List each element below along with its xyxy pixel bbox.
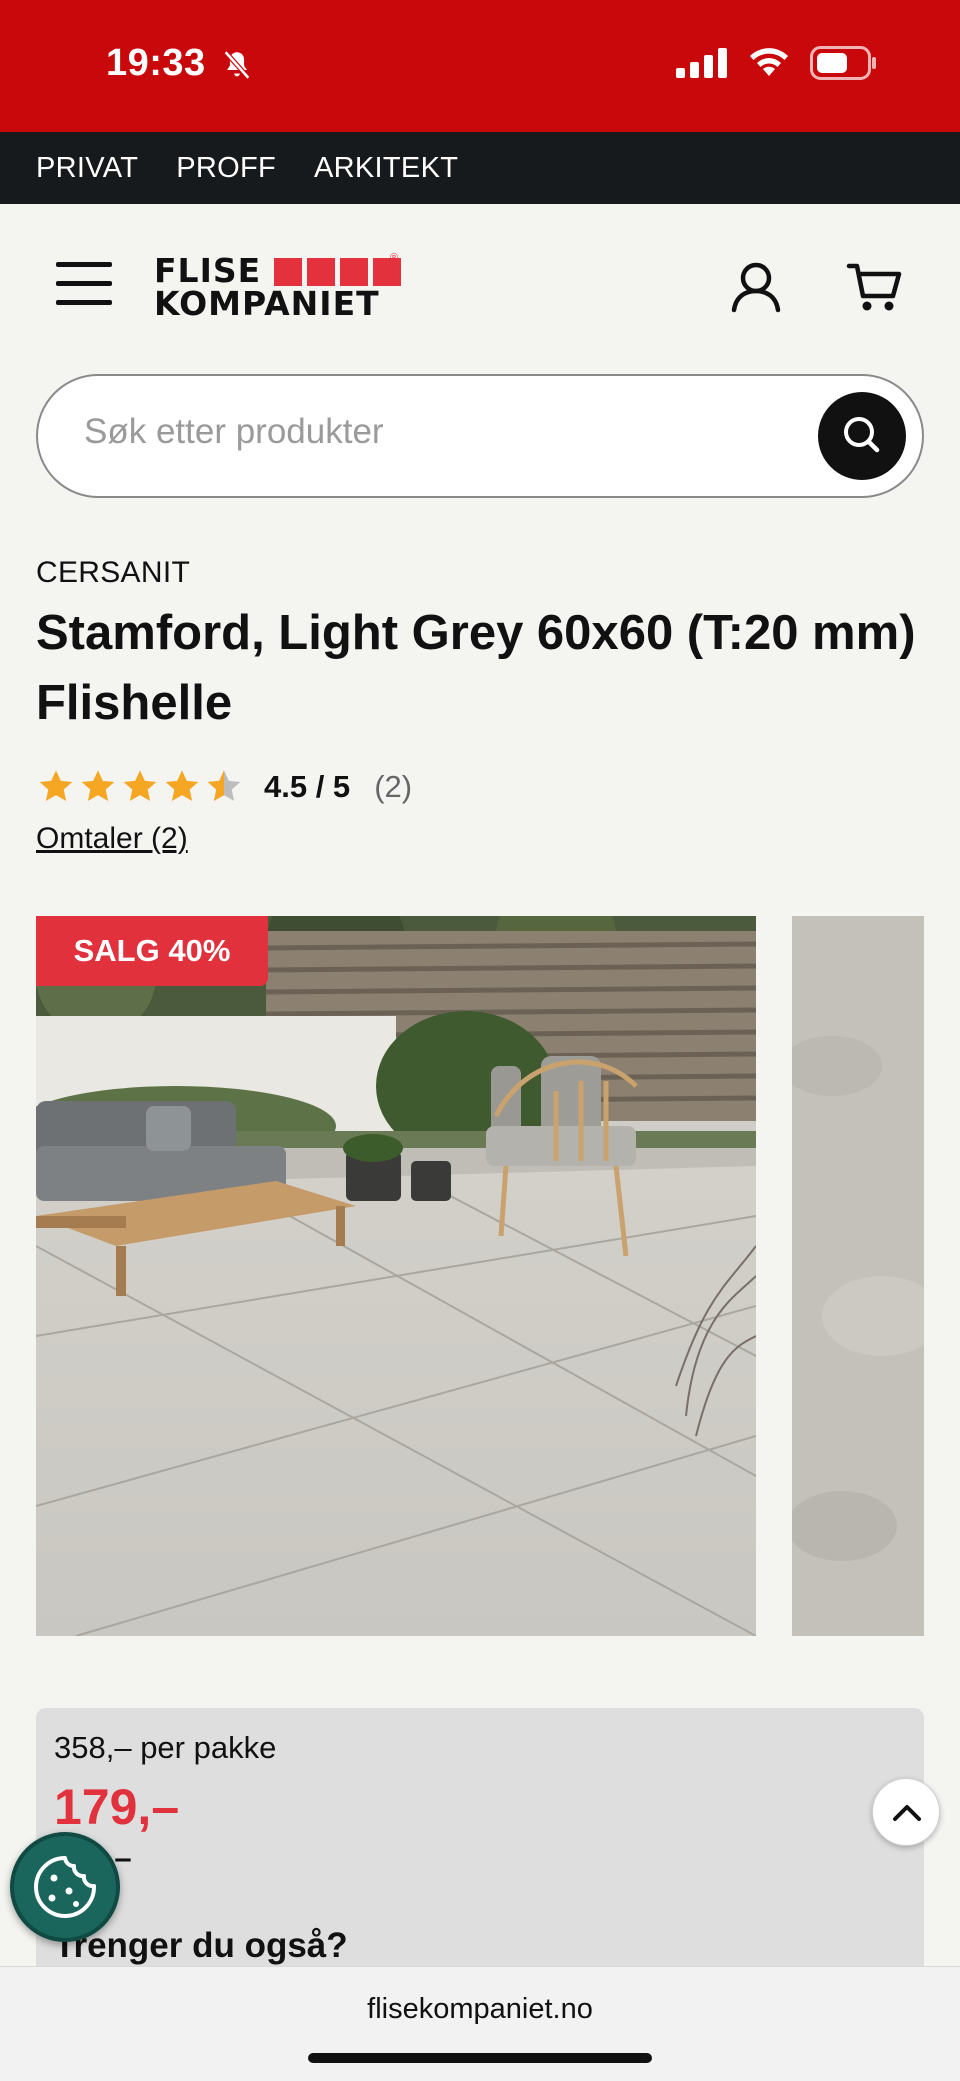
site-header: FLISE KOMPANIET ® [0,204,960,370]
logo[interactable]: FLISE KOMPANIET ® [154,252,406,324]
rating-value: 4.5 / 5 [264,769,351,804]
product-image-tile-closeup[interactable] [792,916,924,1636]
nav-arkitekt-link[interactable]: ARKITEKT [314,152,458,185]
product-rating: 4.5 / 5 (2) [36,762,412,812]
home-indicator [308,2053,652,2063]
search-button[interactable] [818,392,906,480]
cart-icon[interactable] [846,258,902,314]
status-bar: 19:33 [0,0,960,132]
logo-registered-mark: ® [390,252,399,264]
browser-url-bar[interactable]: flisekompaniet.no [0,1966,960,2081]
scroll-to-top-button[interactable] [872,1778,940,1846]
status-time: 19:33 [106,42,206,84]
rating-stars [36,767,244,807]
nav-proff-link[interactable]: PROFF [176,152,276,185]
battery-icon [810,46,876,80]
rating-count: (2) [374,769,413,804]
star-icon [123,770,157,801]
product-title: Stamford, Light Grey 60x60 (T:20 mm) Fli… [36,606,916,730]
price-card: 358,– per pakke 179,– 299,– Trenger du o… [36,1708,924,2008]
wifi-icon [750,48,788,76]
product-brand[interactable]: CERSANIT [36,556,190,590]
star-icon [39,770,73,801]
search-input[interactable] [84,412,784,452]
chevron-up-icon [893,1805,921,1821]
star-icon [81,770,115,801]
audience-nav: PRIVAT PROFF ARKITEKT [0,132,960,204]
star-half-icon [207,770,241,801]
cookie-settings-button[interactable] [10,1832,120,1942]
logo-squares [274,258,401,286]
nav-privat-link[interactable]: PRIVAT [36,152,138,185]
cookie-icon [34,1856,97,1918]
url-text: flisekompaniet.no [367,1993,593,2025]
logo-line2: KOMPANIET [154,284,380,323]
reviews-link[interactable]: Omtaler (2) [36,822,188,856]
sale-badge: SALG 40% [36,916,268,986]
bell-slash-icon [223,50,251,80]
product-image-patio[interactable] [36,916,756,1636]
star-icon [165,770,199,801]
search-bar [36,374,924,498]
user-icon[interactable] [728,258,784,314]
unit-price: 358,– per pakke [54,1730,277,1765]
cellular-signal-icon [676,48,727,78]
sale-price: 179,– [54,1779,180,1835]
menu-icon[interactable] [56,262,112,306]
search-icon [844,417,880,453]
